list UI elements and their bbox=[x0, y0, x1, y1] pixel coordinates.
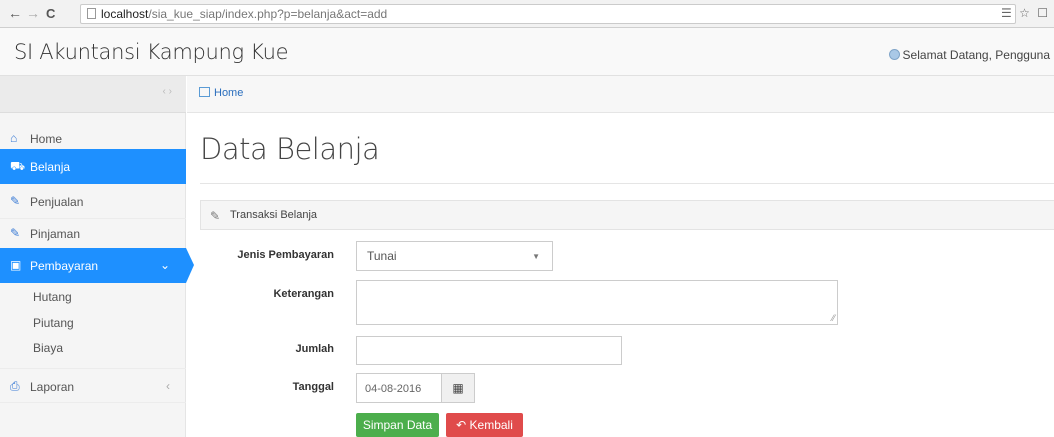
edit-icon bbox=[199, 87, 210, 97]
browser-toolbar: ← → C localhost/sia_kue_siap/index.php?p… bbox=[0, 0, 1054, 28]
title-divider bbox=[200, 183, 1054, 184]
keterangan-textarea[interactable]: ⁄⁄ bbox=[356, 280, 838, 325]
sidebar-item-label: Belanja bbox=[30, 160, 71, 174]
submenu-item-hutang[interactable]: Hutang bbox=[33, 290, 72, 304]
welcome-text: Selamat Datang, Pengguna bbox=[902, 48, 1050, 62]
sidebar-item-label: Home bbox=[30, 132, 63, 146]
submenu-item-piutang[interactable]: Piutang bbox=[33, 316, 74, 330]
extension-icons[interactable]: ☰ ☆ ☐ bbox=[1001, 6, 1050, 20]
jenis-pembayaran-value: Tunai bbox=[367, 249, 397, 263]
sidebar-item-label: Penjualan bbox=[30, 195, 84, 209]
back-arrow-icon[interactable]: ← bbox=[8, 5, 22, 21]
address-bar[interactable]: localhost/sia_kue_siap/index.php?p=belan… bbox=[80, 4, 1016, 24]
app-title[interactable]: SI Akuntansi Kampung Kue bbox=[14, 40, 289, 64]
user-avatar-icon bbox=[888, 49, 900, 60]
sidebar-item-label: Pinjaman bbox=[30, 227, 81, 241]
jumlah-label: Jumlah bbox=[295, 343, 334, 355]
undo-icon: ↶ bbox=[456, 418, 467, 432]
back-button-label: Kembali bbox=[469, 418, 513, 432]
breadcrumb-home[interactable]: Home bbox=[214, 87, 243, 99]
forward-arrow-icon[interactable]: → bbox=[26, 5, 40, 21]
tanggal-input[interactable]: 04-08-2016 bbox=[356, 373, 442, 403]
money-icon: ▣ bbox=[10, 258, 22, 272]
tanggal-value: 04-08-2016 bbox=[365, 383, 422, 395]
page-title: Data Belanja bbox=[200, 132, 380, 166]
home-icon: ⌂ bbox=[10, 131, 18, 145]
back-button[interactable]: ↶ Kembali bbox=[446, 413, 523, 437]
collapse-arrows-icon: ‹ › bbox=[162, 86, 172, 97]
edit-icon: ✎ bbox=[10, 194, 21, 208]
jenis-pembayaran-select[interactable]: Tunai ▼ bbox=[356, 241, 553, 271]
keterangan-label: Keterangan bbox=[273, 288, 334, 300]
print-icon: ⎙ bbox=[10, 379, 20, 393]
save-button[interactable]: Simpan Data bbox=[356, 413, 439, 437]
sidebar-item-penjualan[interactable]: ✎ Penjualan bbox=[0, 184, 186, 219]
reload-icon[interactable]: C bbox=[46, 6, 55, 21]
user-menu[interactable]: Selamat Datang, Pengguna bbox=[888, 48, 1050, 62]
panel-heading: ✎ Transaksi Belanja bbox=[200, 200, 1054, 230]
jenis-pembayaran-label: Jenis Pembayaran bbox=[237, 249, 334, 261]
caret-down-icon: ▼ bbox=[532, 252, 540, 261]
sidebar-collapse-button[interactable]: ‹ › bbox=[0, 76, 186, 113]
url-path: /sia_kue_siap/index.php?p=belanja&act=ad… bbox=[148, 7, 388, 21]
breadcrumb: Home bbox=[187, 76, 1054, 113]
submenu-item-biaya[interactable]: Biaya bbox=[33, 341, 63, 355]
sidebar-item-label: Pembayaran bbox=[30, 259, 99, 273]
cart-icon: ⛟ bbox=[10, 159, 26, 173]
edit-icon: ✎ bbox=[210, 209, 221, 223]
resize-grip-icon[interactable]: ⁄⁄ bbox=[832, 313, 835, 323]
tanggal-label: Tanggal bbox=[292, 381, 334, 393]
calendar-icon[interactable]: ▦ bbox=[441, 373, 475, 403]
sidebar-item-belanja[interactable]: ⛟ Belanja bbox=[0, 149, 186, 184]
sidebar-item-label: Laporan bbox=[30, 380, 75, 394]
url-host: localhost bbox=[101, 7, 149, 21]
panel-title: Transaksi Belanja bbox=[230, 209, 318, 221]
edit-icon: ✎ bbox=[10, 226, 21, 240]
page-icon bbox=[87, 8, 96, 19]
jumlah-input[interactable] bbox=[356, 336, 622, 365]
sidebar-item-pinjaman[interactable]: ✎ Pinjaman bbox=[0, 216, 186, 251]
app-header: SI Akuntansi Kampung Kue Selamat Datang,… bbox=[0, 28, 1054, 76]
